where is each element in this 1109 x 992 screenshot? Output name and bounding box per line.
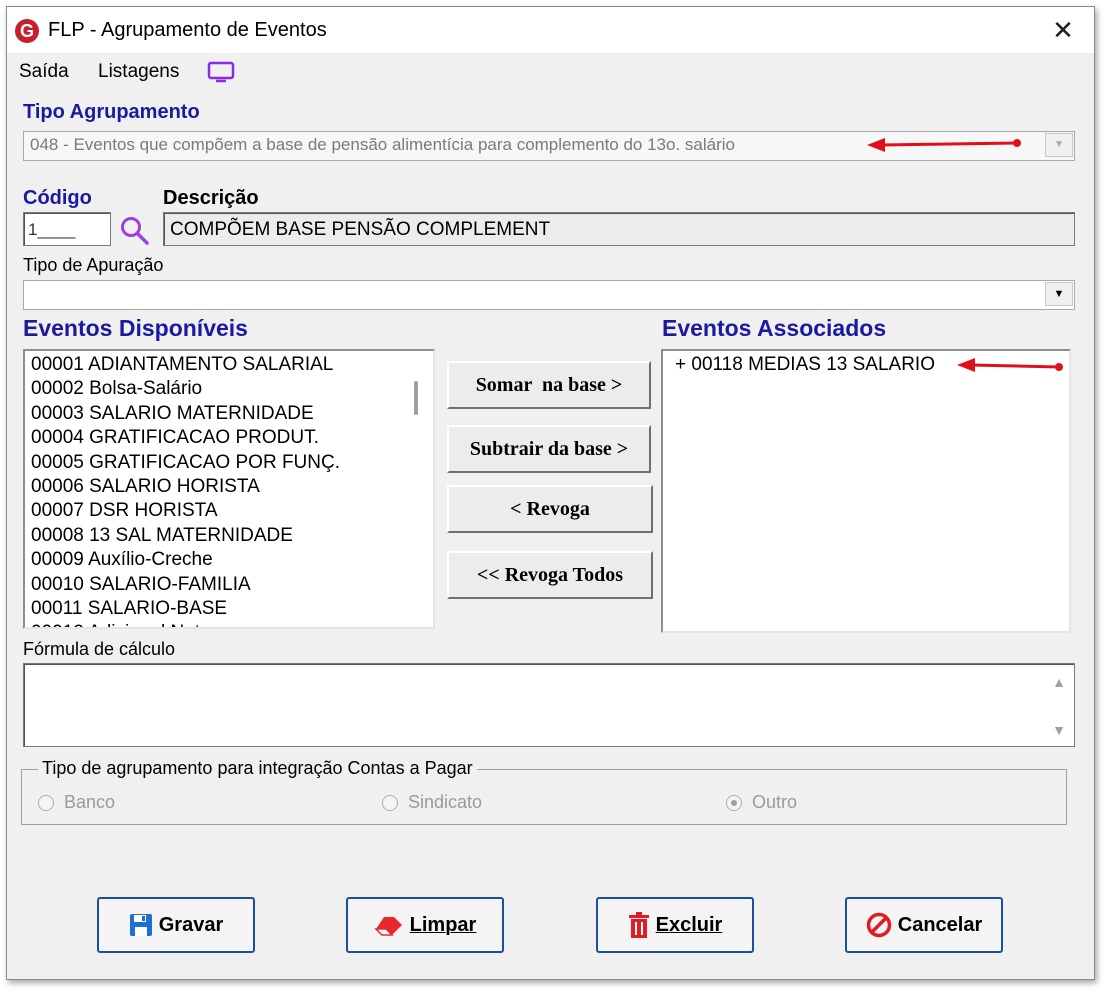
cancelar-label: Cancelar: [897, 913, 983, 936]
codigo-input[interactable]: 1____: [23, 212, 111, 246]
tipo-agrupamento-dropdown-icon[interactable]: ▼: [1045, 133, 1073, 157]
annotation-arrow-icon: [867, 138, 1021, 152]
menu-saida[interactable]: Saída: [19, 61, 69, 83]
somar-na-base-label: Somar na base >: [475, 374, 623, 396]
tipo-apuracao-dropdown-icon[interactable]: ▼: [1045, 282, 1073, 306]
list-item[interactable]: 00008 13 SAL MATERNIDADE: [25, 524, 433, 548]
subtrair-da-base-label: Subtrair da base >: [469, 438, 629, 460]
title-bar: G FLP - Agrupamento de Eventos ✕: [7, 7, 1094, 53]
eraser-icon: [373, 917, 402, 936]
list-item[interactable]: 00003 SALARIO MATERNIDADE: [25, 402, 433, 426]
codigo-value: 1____: [28, 220, 76, 239]
descricao-input[interactable]: COMPÕEM BASE PENSÃO COMPLEMENT: [163, 212, 1075, 246]
somar-na-base-button[interactable]: Somar na base >: [447, 361, 651, 409]
codigo-label: Código: [23, 187, 92, 209]
search-icon[interactable]: [119, 215, 151, 247]
dialog-window: G FLP - Agrupamento de Eventos ✕ Saída L…: [6, 6, 1095, 980]
app-logo-icon: G: [15, 19, 39, 43]
revoga-button[interactable]: < Revoga: [447, 485, 653, 533]
eventos-associados-list[interactable]: + 00118 MEDIAS 13 SALARIO: [661, 349, 1071, 633]
radio-outro[interactable]: Outro: [726, 792, 797, 813]
excluir-label: Excluir: [655, 913, 723, 936]
list-scroll-thumb[interactable]: [414, 381, 418, 415]
tipo-agrupamento-label: Tipo Agrupamento: [23, 101, 200, 123]
list-item[interactable]: 00002 Bolsa-Salário: [25, 377, 433, 401]
close-icon[interactable]: ✕: [1048, 17, 1078, 43]
gravar-button[interactable]: Gravar: [97, 897, 255, 953]
cancelar-button[interactable]: Cancelar: [845, 897, 1003, 953]
gravar-label: Gravar: [158, 913, 224, 936]
formula-textarea[interactable]: ▲ ▼: [23, 663, 1075, 747]
list-item[interactable]: 00005 GRATIFICACAO POR FUNÇ.: [25, 451, 433, 475]
eventos-associados-label: Eventos Associados: [662, 315, 887, 341]
trash-icon: [628, 912, 649, 938]
descricao-value: COMPÕEM BASE PENSÃO COMPLEMENT: [170, 219, 551, 240]
revoga-todos-button[interactable]: << Revoga Todos: [447, 551, 653, 599]
tipo-agrupamento-value: 048 - Eventos que compõem a base de pens…: [30, 135, 735, 154]
descricao-label: Descrição: [163, 187, 259, 209]
radio-outro-circle: [726, 794, 742, 811]
radio-sindicato[interactable]: Sindicato: [382, 792, 482, 813]
limpar-label: Limpar: [409, 913, 477, 936]
list-item[interactable]: 00009 Auxílio-Creche: [25, 548, 433, 572]
menu-bar: Saída Listagens: [7, 53, 1094, 85]
cancel-icon: [866, 912, 891, 938]
revoga-todos-label: << Revoga Todos: [476, 564, 624, 586]
list-item[interactable]: 00010 SALARIO-FAMILIA: [25, 573, 433, 597]
list-item[interactable]: 00011 SALARIO-BASE: [25, 597, 433, 621]
radio-sindicato-label: Sindicato: [408, 792, 483, 812]
tipo-apuracao-label: Tipo de Apuração: [23, 255, 164, 275]
radio-banco[interactable]: Banco: [38, 792, 115, 813]
excluir-button[interactable]: Excluir: [596, 897, 754, 953]
formula-label: Fórmula de cálculo: [23, 639, 176, 659]
monitor-icon[interactable]: [207, 61, 235, 83]
list-item[interactable]: 00012 Adicional Noturno: [25, 621, 433, 627]
scroll-up-icon[interactable]: ▲: [1052, 674, 1066, 690]
radio-sindicato-circle: [382, 794, 398, 811]
list-item[interactable]: 00006 SALARIO HORISTA: [25, 475, 433, 499]
tipo-apuracao-select[interactable]: ▼: [23, 280, 1075, 310]
eventos-disponiveis-list[interactable]: 00001 ADIANTAMENTO SALARIAL 00002 Bolsa-S…: [23, 349, 435, 629]
integracao-groupbox: Tipo de agrupamento para integração Cont…: [21, 758, 1067, 825]
radio-banco-circle: [38, 794, 54, 811]
scroll-down-icon[interactable]: ▼: [1052, 722, 1066, 738]
save-icon: [129, 914, 152, 936]
radio-outro-label: Outro: [752, 792, 798, 812]
list-item[interactable]: 00007 DSR HORISTA: [25, 499, 433, 523]
revoga-label: < Revoga: [510, 498, 590, 520]
limpar-button[interactable]: Limpar: [346, 897, 504, 953]
annotation-arrow-icon: [957, 358, 1063, 372]
integracao-label: Tipo de agrupamento para integração Cont…: [38, 758, 477, 779]
radio-banco-label: Banco: [64, 792, 116, 812]
eventos-disponiveis-label: Eventos Disponíveis: [23, 315, 248, 341]
subtrair-da-base-button[interactable]: Subtrair da base >: [447, 425, 651, 473]
window-title: FLP - Agrupamento de Eventos: [48, 19, 327, 41]
list-item[interactable]: 00004 GRATIFICACAO PRODUT.: [25, 426, 433, 450]
menu-listagens[interactable]: Listagens: [98, 61, 179, 83]
list-item[interactable]: 00001 ADIANTAMENTO SALARIAL: [25, 353, 433, 377]
